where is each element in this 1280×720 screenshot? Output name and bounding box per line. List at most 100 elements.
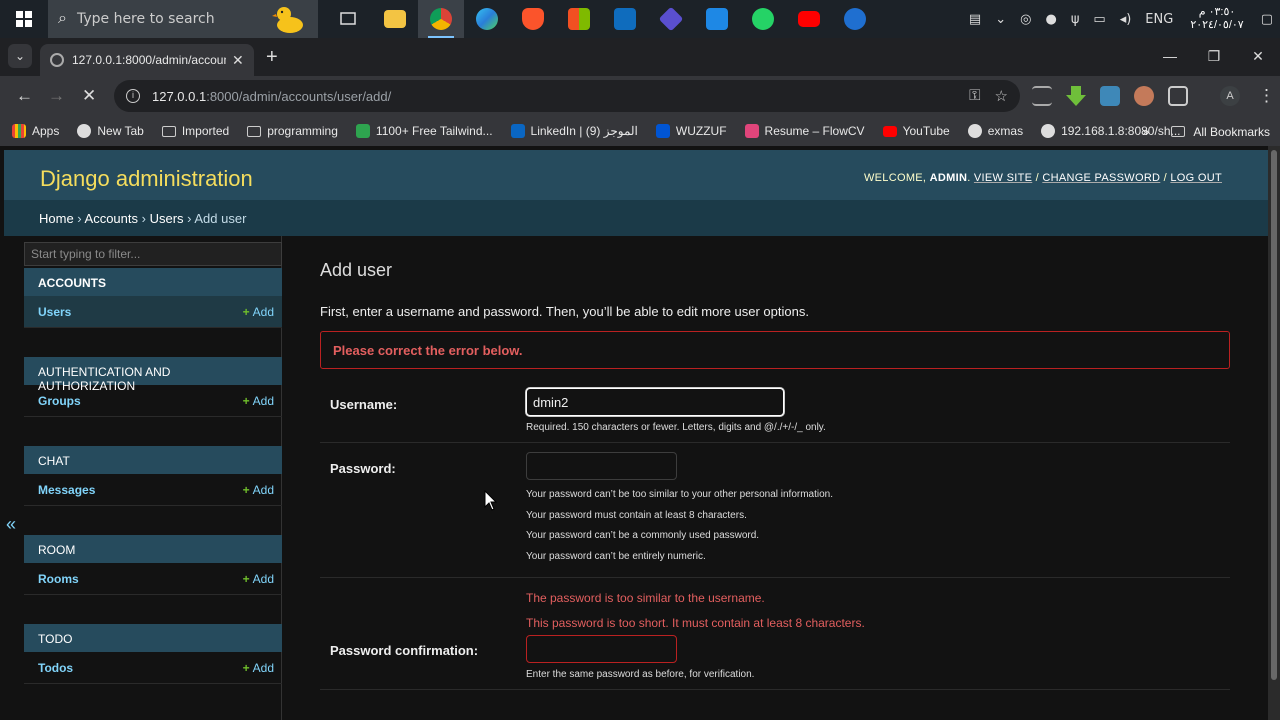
- tab-search-icon[interactable]: ⌄: [8, 44, 32, 68]
- news-icon[interactable]: ▤: [969, 12, 981, 27]
- module-caption[interactable]: ROOM: [24, 535, 282, 563]
- brave-icon[interactable]: [510, 0, 556, 38]
- language-indicator[interactable]: ENG: [1145, 12, 1173, 27]
- start-button[interactable]: [0, 0, 48, 38]
- add-users-link[interactable]: + Add: [243, 305, 274, 319]
- chevron-double-right-icon[interactable]: »: [1142, 124, 1149, 139]
- extensions-puzzle-icon[interactable]: [1168, 86, 1188, 106]
- whatsapp-icon[interactable]: [740, 0, 786, 38]
- globe-icon: [967, 124, 982, 138]
- view-site-link[interactable]: VIEW SITE: [974, 172, 1032, 184]
- sidebar-item-label[interactable]: Groups: [38, 394, 81, 408]
- nav-filter-input[interactable]: Start typing to filter...: [24, 242, 282, 266]
- windows-taskbar: ⌕ Type here to search ▤ ⌄ ◎ ● ψ ▭ ◂) ENG…: [0, 0, 1280, 38]
- sidebar-item-label[interactable]: Rooms: [38, 572, 79, 586]
- stop-loading-icon[interactable]: ✕: [82, 86, 96, 106]
- minimize-icon[interactable]: —: [1148, 38, 1192, 76]
- globe-icon: [1041, 124, 1056, 138]
- chrome-icon[interactable]: [418, 0, 464, 38]
- usb-icon[interactable]: ψ: [1071, 12, 1080, 27]
- log-out-link[interactable]: LOG OUT: [1170, 172, 1222, 184]
- add-groups-link[interactable]: + Add: [243, 394, 274, 408]
- network-app-icon[interactable]: [832, 0, 878, 38]
- wuzzuf-icon: [655, 124, 670, 138]
- sidebar-item-users[interactable]: Users + Add: [24, 296, 282, 328]
- taskbar-search[interactable]: ⌕ Type here to search: [48, 0, 318, 38]
- site-info-icon[interactable]: i: [126, 89, 140, 103]
- module-caption[interactable]: TODO: [24, 624, 282, 652]
- microphone-icon[interactable]: ●: [1045, 12, 1056, 27]
- bookmark-youtube[interactable]: YouTube: [882, 124, 950, 138]
- outlook-icon[interactable]: [602, 0, 648, 38]
- collapse-sidebar-icon[interactable]: «: [6, 514, 16, 535]
- page-scrollbar[interactable]: [1268, 146, 1280, 720]
- bookmark-wuzzuf[interactable]: WUZZUF: [655, 124, 727, 138]
- profile-extension-icon[interactable]: [1134, 86, 1154, 106]
- username-help: Required. 150 characters or fewer. Lette…: [526, 422, 826, 433]
- bookmark-imported[interactable]: Imported: [161, 124, 229, 138]
- password-input[interactable]: [526, 452, 677, 480]
- volume-icon[interactable]: ◂): [1120, 12, 1132, 27]
- username-input[interactable]: dmin2: [526, 388, 784, 416]
- bookmark-tailwind[interactable]: 1100+ Free Tailwind...: [355, 124, 493, 138]
- youtube-app-icon[interactable]: [786, 0, 832, 38]
- new-tab-icon[interactable]: +: [266, 46, 278, 69]
- add-rooms-link[interactable]: + Add: [243, 572, 274, 586]
- all-bookmarks[interactable]: All Bookmarks: [1193, 125, 1270, 139]
- store-icon[interactable]: [556, 0, 602, 38]
- change-password-link[interactable]: CHANGE PASSWORD: [1042, 172, 1160, 184]
- close-window-icon[interactable]: ✕: [1236, 38, 1280, 76]
- password-confirmation-input[interactable]: [526, 635, 677, 663]
- bookmark-exmas[interactable]: exmas: [967, 124, 1023, 138]
- sidebar-item-label[interactable]: Users: [38, 305, 71, 319]
- apps-grid-icon: [12, 124, 26, 138]
- folder-icon: [161, 125, 176, 137]
- profile-avatar[interactable]: A: [1220, 86, 1240, 106]
- bookmark-apps[interactable]: Apps: [12, 124, 59, 138]
- breadcrumb-users[interactable]: Users: [150, 211, 184, 226]
- restore-icon[interactable]: ❐: [1192, 38, 1236, 76]
- address-bar[interactable]: i 127.0.0.1:8000/admin/accounts/user/add…: [114, 80, 1020, 112]
- bookmark-linkedin[interactable]: LinkedIn | الموجز (9): [510, 124, 638, 138]
- hexagon-app-icon[interactable]: [648, 0, 694, 38]
- reading-list-icon[interactable]: [1032, 86, 1052, 106]
- camera-icon[interactable]: ◎: [1020, 12, 1031, 27]
- add-todos-link[interactable]: + Add: [243, 661, 274, 675]
- scrollbar-thumb[interactable]: [1271, 150, 1277, 680]
- network-icon[interactable]: ▭: [1093, 12, 1105, 27]
- site-brand[interactable]: Django administration: [40, 166, 253, 192]
- sidebar-item-todos[interactable]: Todos + Add: [24, 652, 282, 684]
- module-caption[interactable]: ACCOUNTS: [24, 268, 282, 296]
- edge-icon[interactable]: [464, 0, 510, 38]
- breadcrumb-home[interactable]: Home: [39, 211, 74, 226]
- sidebar-item-rooms[interactable]: Rooms + Add: [24, 563, 282, 595]
- chevron-up-icon[interactable]: ⌄: [995, 12, 1006, 27]
- forward-icon[interactable]: →: [48, 86, 65, 106]
- file-explorer-icon[interactable]: [372, 0, 418, 38]
- user-tools: WELCOME, ADMIN. VIEW SITE / CHANGE PASSW…: [863, 172, 1222, 184]
- back-icon[interactable]: ←: [16, 86, 33, 106]
- sidebar-item-label[interactable]: Messages: [38, 483, 95, 497]
- module-caption[interactable]: AUTHENTICATION AND AUTHORIZATION: [24, 357, 282, 393]
- vscode-icon[interactable]: [694, 0, 740, 38]
- breadcrumb-accounts[interactable]: Accounts: [85, 211, 138, 226]
- more-menu-icon[interactable]: ⋮: [1258, 86, 1275, 106]
- bookmark-new-tab[interactable]: New Tab: [77, 124, 144, 138]
- sidebar-item-groups[interactable]: Groups + Add: [24, 385, 282, 417]
- close-tab-icon[interactable]: ✕: [232, 52, 244, 69]
- screenshot-extension-icon[interactable]: [1100, 86, 1120, 106]
- bookmark-flowcv[interactable]: Resume – FlowCV: [744, 124, 865, 138]
- bookmark-programming[interactable]: programming: [247, 124, 338, 138]
- download-extension-icon[interactable]: [1066, 86, 1086, 106]
- notification-icon[interactable]: ▢: [1261, 12, 1273, 27]
- task-view-icon[interactable]: [326, 0, 372, 38]
- browser-tab[interactable]: 127.0.0.1:8000/admin/accounts ✕: [40, 44, 254, 76]
- bookmark-star-icon[interactable]: ☆: [995, 87, 1008, 105]
- add-messages-link[interactable]: + Add: [243, 483, 274, 497]
- folder-icon: [1171, 126, 1186, 137]
- module-caption[interactable]: CHAT: [24, 446, 282, 474]
- key-icon[interactable]: ⚿: [969, 87, 980, 105]
- sidebar-item-label[interactable]: Todos: [38, 661, 73, 675]
- sidebar-item-messages[interactable]: Messages + Add: [24, 474, 282, 506]
- clock[interactable]: ٠٣:٥٠ م ٢٠٢٤/٠٥/٠٧: [1190, 6, 1243, 32]
